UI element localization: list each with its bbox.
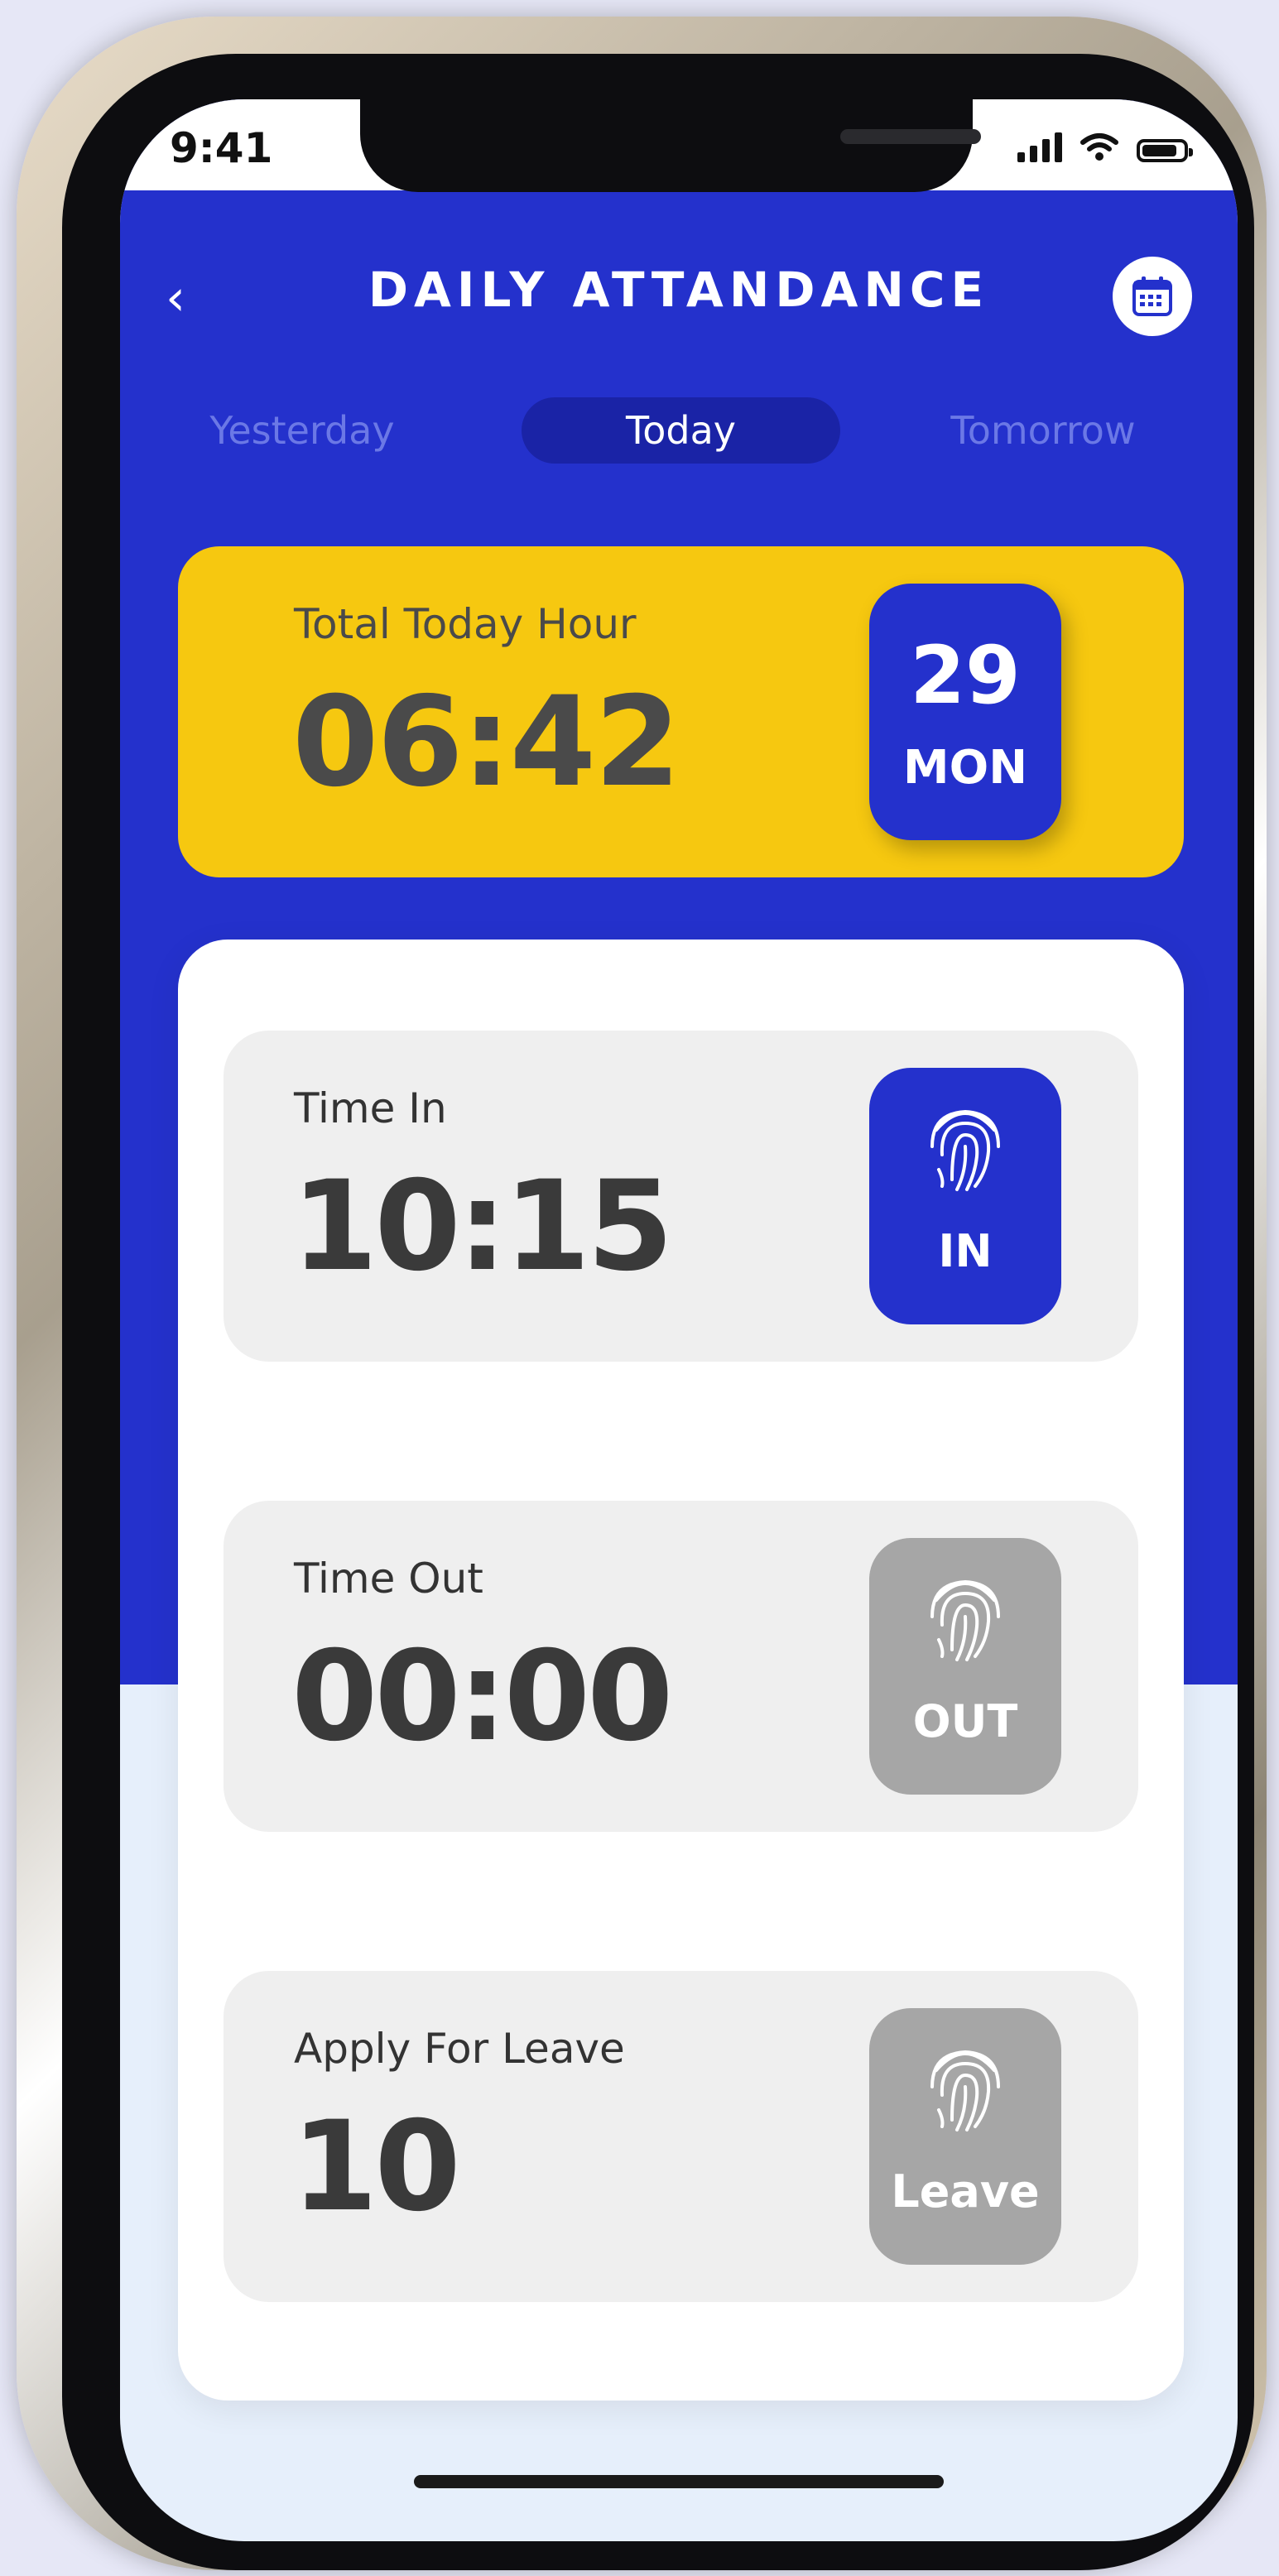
time-in-row: Time In 10:15 IN <box>224 1031 1138 1362</box>
phone-frame: 9:41 ‹ DAILY ATTANDANCE Yesterday Today … <box>17 17 1267 2570</box>
notch <box>360 99 981 192</box>
home-indicator[interactable] <box>414 2475 944 2488</box>
screen: 9:41 ‹ DAILY ATTANDANCE Yesterday Today … <box>120 99 1238 2541</box>
tab-tomorrow[interactable]: Tomorrow <box>911 397 1176 464</box>
signal-icon <box>1017 129 1062 162</box>
calendar-button[interactable] <box>1113 257 1192 336</box>
leave-button[interactable]: Leave <box>869 2008 1061 2265</box>
total-hours-card: Total Today Hour 06:42 29 MON <box>178 546 1184 877</box>
tab-today[interactable]: Today <box>522 397 840 464</box>
attendance-card: Time In 10:15 IN Time Out 00:00 OUT Appl… <box>178 940 1184 2401</box>
check-in-label: IN <box>938 1225 993 1277</box>
status-time: 9:41 <box>170 124 273 172</box>
status-bar: 9:41 <box>120 99 1238 192</box>
fingerprint-icon <box>930 1109 1000 1191</box>
time-in-label: Time In <box>294 1084 447 1132</box>
leave-button-label: Leave <box>891 2165 1040 2218</box>
leave-row: Apply For Leave 10 Leave <box>224 1971 1138 2302</box>
time-out-row: Time Out 00:00 OUT <box>224 1501 1138 1832</box>
date-weekday: MON <box>902 741 1028 795</box>
check-out-label: OUT <box>912 1695 1018 1747</box>
tab-yesterday[interactable]: Yesterday <box>178 397 426 464</box>
day-tabs: Yesterday Today Tomorrow <box>120 397 1238 472</box>
fingerprint-icon <box>930 1579 1000 1661</box>
total-hours-label: Total Today Hour <box>294 600 637 648</box>
date-badge: 29 MON <box>869 584 1061 840</box>
page-title: DAILY ATTANDANCE <box>368 262 990 318</box>
date-day: 29 <box>910 629 1021 722</box>
total-hours-value: 06:42 <box>292 670 680 815</box>
battery-icon <box>1137 139 1193 162</box>
check-in-button[interactable]: IN <box>869 1068 1061 1324</box>
leave-value: 10 <box>291 2095 461 2239</box>
leave-label: Apply For Leave <box>294 2025 625 2073</box>
status-icons <box>1017 129 1193 162</box>
time-out-value: 00:00 <box>291 1625 673 1769</box>
wifi-icon <box>1080 133 1118 161</box>
speaker <box>840 129 981 144</box>
check-out-button[interactable]: OUT <box>869 1538 1061 1795</box>
time-out-label: Time Out <box>294 1555 483 1603</box>
calendar-icon <box>1132 276 1172 316</box>
time-in-value: 10:15 <box>291 1155 673 1299</box>
fingerprint-icon <box>930 2050 1000 2131</box>
